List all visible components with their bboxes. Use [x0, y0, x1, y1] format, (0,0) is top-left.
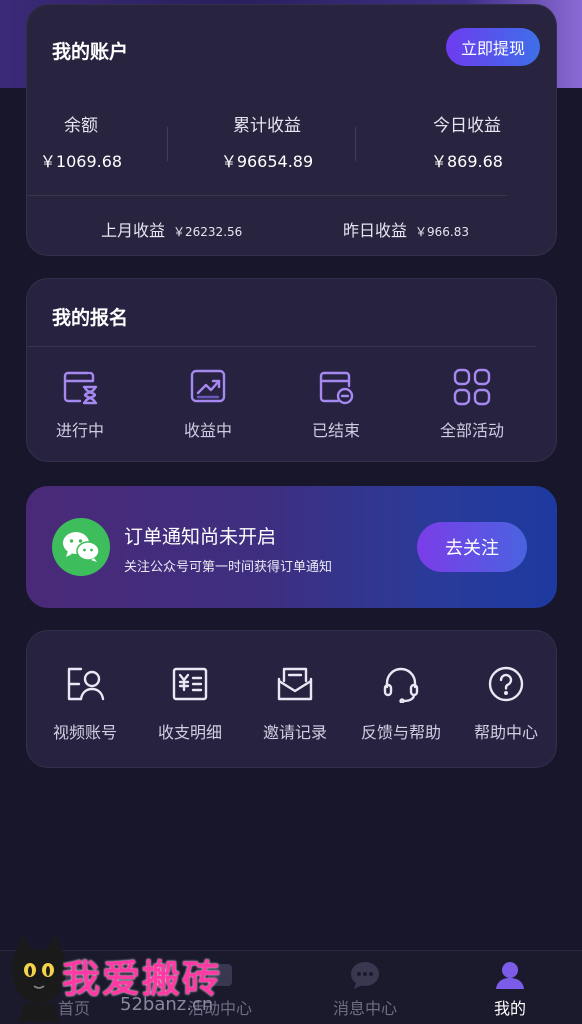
order-notify-banner: 订单通知尚未开启 关注公众号可第一时间获得订单通知 去关注 — [26, 486, 557, 608]
registration-card: 我的报名 进行中 收益中 已结束 全部活动 — [26, 278, 557, 462]
total-earnings-stat: 累计收益 ￥96654.89 — [197, 111, 337, 172]
tools-card: 视频账号 收支明细 邀请记录 反馈与帮助 帮助中心 — [26, 630, 557, 768]
today-earnings-label: 今日收益 — [433, 116, 501, 136]
yesterday-label: 昨日收益 — [343, 221, 408, 240]
tool-label: 反馈与帮助 — [360, 723, 441, 742]
trend-chart-icon — [190, 369, 226, 403]
reg-item-earning[interactable]: 收益中 — [153, 367, 263, 441]
question-icon — [488, 666, 524, 702]
tab-label: 消息中心 — [332, 999, 397, 1018]
tool-label: 视频账号 — [52, 723, 117, 742]
divider — [167, 127, 168, 161]
balance-value: ￥1069.68 — [39, 152, 123, 171]
tool-label: 收支明细 — [157, 723, 222, 742]
account-title: 我的账户 — [52, 41, 129, 63]
tool-video-account[interactable]: 视频账号 — [33, 665, 137, 743]
divider — [27, 195, 507, 196]
today-earnings-value: ￥869.68 — [431, 152, 503, 171]
follow-button[interactable]: 去关注 — [417, 522, 527, 572]
divider — [27, 346, 536, 347]
tab-label: 我的 — [493, 999, 526, 1018]
registration-title: 我的报名 — [52, 307, 129, 329]
watermark-url: 52banz.cn — [120, 994, 214, 1015]
reg-item-label: 已结束 — [311, 421, 360, 440]
reg-item-label: 全部活动 — [439, 421, 504, 440]
watermark: 我爱搬砖 52banz.cn — [0, 920, 260, 1024]
reg-item-ended[interactable]: 已结束 — [281, 367, 391, 441]
invite-envelope-icon — [277, 667, 313, 701]
headset-icon — [383, 667, 419, 703]
last-month-label: 上月收益 — [101, 221, 166, 240]
tool-ledger[interactable]: 收支明细 — [138, 665, 242, 743]
tool-label: 邀请记录 — [262, 723, 327, 742]
reg-item-label: 进行中 — [55, 421, 104, 440]
reg-item-all[interactable]: 全部活动 — [417, 367, 527, 441]
calendar-minus-icon — [319, 371, 354, 405]
tab-mine[interactable]: 我的 — [450, 959, 570, 1019]
tool-help-center[interactable]: 帮助中心 — [454, 665, 558, 743]
notify-subtitle: 关注公众号可第一时间获得订单通知 — [124, 560, 333, 575]
total-earnings-label: 累计收益 — [233, 116, 301, 136]
message-icon — [351, 962, 379, 989]
divider — [355, 127, 356, 161]
tool-invite-records[interactable]: 邀请记录 — [243, 665, 347, 743]
total-earnings-value: ￥96654.89 — [220, 152, 314, 171]
reg-item-in-progress[interactable]: 进行中 — [25, 367, 135, 441]
last-month-earnings: 上月收益 ￥26232.56 — [101, 217, 242, 241]
grid-apps-icon — [453, 368, 491, 406]
balance-label: 余额 — [64, 116, 98, 136]
tab-messages[interactable]: 消息中心 — [305, 959, 425, 1019]
notify-title: 订单通知尚未开启 — [124, 526, 277, 548]
tool-label: 帮助中心 — [473, 723, 538, 742]
withdraw-button[interactable]: 立即提现 — [446, 28, 540, 66]
balance-stat: 余额 ￥1069.68 — [27, 111, 135, 172]
tool-feedback-help[interactable]: 反馈与帮助 — [349, 665, 453, 743]
hourglass-calendar-icon — [63, 371, 98, 405]
today-earnings-stat: 今日收益 ￥869.68 — [407, 111, 527, 172]
last-month-value: ￥26232.56 — [173, 225, 243, 239]
yesterday-value: ￥966.83 — [415, 225, 470, 239]
reg-item-label: 收益中 — [183, 421, 232, 440]
wechat-icon — [52, 518, 110, 576]
yesterday-earnings: 昨日收益 ￥966.83 — [343, 217, 469, 241]
user-icon — [496, 962, 524, 989]
ledger-icon — [172, 667, 208, 701]
video-account-icon — [67, 667, 105, 701]
account-card: 我的账户 立即提现 余额 ￥1069.68 累计收益 ￥96654.89 今日收… — [26, 4, 557, 256]
